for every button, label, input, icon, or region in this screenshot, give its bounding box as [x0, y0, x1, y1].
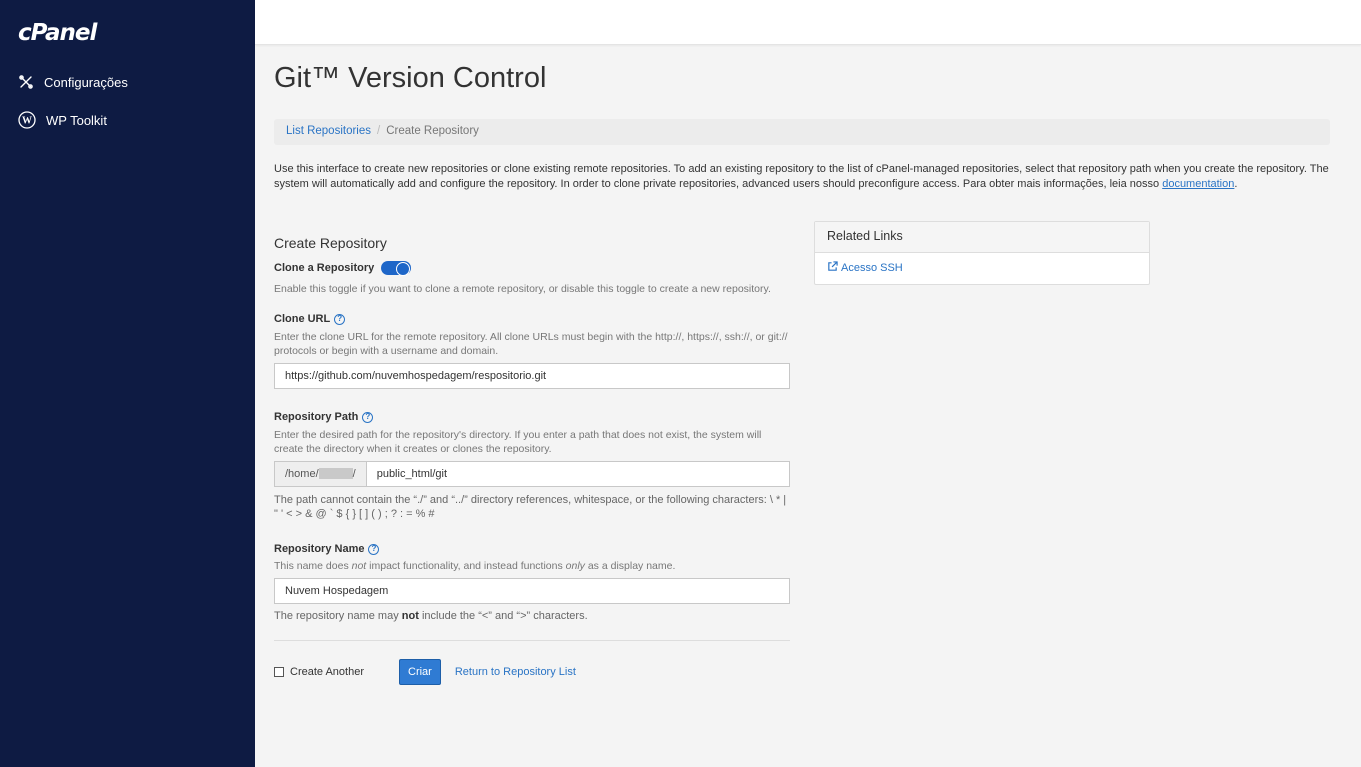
clone-toggle-row: Clone a Repository	[274, 261, 790, 276]
return-to-list-link[interactable]: Return to Repository List	[455, 666, 576, 678]
sidebar: cPanel Configurações W WP Toolkit	[0, 0, 255, 767]
external-link-icon	[827, 261, 838, 275]
sidebar-item-label: WP Toolkit	[46, 112, 107, 128]
clone-url-help: Enter the clone URL for the remote repos…	[274, 331, 788, 357]
help-emphasis: not	[351, 560, 367, 572]
help-text: This name does	[274, 560, 352, 572]
repo-path-prefix: /home/ /	[275, 462, 367, 486]
help-icon[interactable]: ?	[362, 411, 374, 423]
page-title: Git™ Version Control	[274, 62, 547, 94]
note-text: include the “<” and “>” characters.	[418, 610, 588, 622]
svg-text:W: W	[22, 116, 32, 127]
repo-path-label: Repository Path	[274, 411, 359, 423]
top-bar	[255, 0, 1361, 45]
help-icon[interactable]: ?	[368, 543, 380, 555]
repo-name-note: The repository name may not include the …	[274, 609, 790, 623]
clone-url-label-row: Clone URL ?	[274, 313, 790, 325]
help-icon[interactable]: ?	[334, 313, 346, 325]
clone-url-label: Clone URL	[274, 313, 331, 325]
panel-title: Related Links	[815, 222, 1149, 253]
related-links-panel: Related Links Acesso SSH	[814, 221, 1150, 285]
breadcrumb-list-repositories[interactable]: List Repositories	[286, 125, 371, 137]
sidebar-item-label: Configurações	[44, 74, 128, 90]
repo-name-input[interactable]	[274, 578, 790, 604]
form-divider	[274, 640, 790, 641]
help-text: as a display name.	[584, 560, 676, 572]
submit-button[interactable]: Criar	[399, 659, 441, 685]
repo-path-input[interactable]	[366, 462, 789, 486]
sidebar-item-wp-toolkit[interactable]: W WP Toolkit	[18, 111, 107, 129]
main-content: Git™ Version Control List Repositories / C…	[255, 45, 1361, 767]
intro-text: Use this interface to create new reposit…	[274, 162, 1334, 191]
wordpress-icon: W	[18, 111, 36, 129]
help-emphasis: only	[565, 560, 585, 572]
repo-name-label: Repository Name	[274, 543, 365, 555]
ssh-access-link[interactable]: Acesso SSH	[827, 261, 903, 275]
panel-body: Acesso SSH	[815, 253, 1149, 283]
note-text: The repository name may	[274, 610, 402, 622]
tools-icon	[18, 74, 34, 90]
repo-path-label-row: Repository Path ?	[274, 411, 790, 423]
breadcrumb-separator: /	[377, 125, 381, 137]
clone-toggle-help: Enable this toggle if you want to clone …	[274, 283, 771, 295]
prefix-slash: /	[352, 468, 356, 480]
repo-name-help: This name does not impact functionality,…	[274, 559, 790, 573]
clone-repository-toggle[interactable]	[381, 261, 412, 276]
help-text: impact functionality, and instead functi…	[366, 560, 566, 572]
create-another-checkbox[interactable]	[274, 667, 284, 677]
create-another-label[interactable]: Create Another	[290, 666, 364, 678]
documentation-link[interactable]: documentation	[1162, 178, 1234, 190]
form-actions: Create Another Criar Return to Repositor…	[274, 659, 790, 685]
breadcrumb-current: Create Repository	[386, 125, 479, 137]
intro-end: .	[1234, 177, 1238, 190]
prefix-home: /home/	[285, 468, 319, 480]
section-title: Create Repository	[274, 235, 387, 251]
repo-path-note: The path cannot contain the “./” and “..…	[274, 494, 787, 520]
create-repository-form: Create Repository Clone a Repository Ena…	[274, 235, 790, 685]
breadcrumb: List Repositories / Create Repository	[274, 119, 1330, 145]
repo-name-label-row: Repository Name ?	[274, 543, 790, 555]
note-strong: not	[401, 610, 419, 622]
sidebar-item-configuracoes[interactable]: Configurações	[18, 74, 128, 90]
redacted-username	[318, 467, 353, 479]
clone-toggle-label: Clone a Repository	[274, 262, 375, 274]
clone-url-input[interactable]	[274, 363, 790, 389]
repo-path-help: Enter the desired path for the repositor…	[274, 429, 762, 455]
cpanel-logo[interactable]: cPanel	[18, 20, 97, 46]
repo-path-input-group: /home/ /	[274, 461, 790, 487]
ssh-access-label: Acesso SSH	[841, 262, 903, 274]
